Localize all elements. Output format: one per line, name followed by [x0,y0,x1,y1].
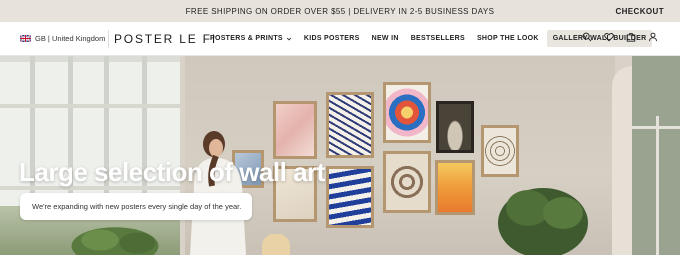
cart-icon[interactable] [626,32,636,42]
artwork-blue-waves [326,166,374,228]
nav-kids-posters[interactable]: KIDS POSTERS [298,30,366,47]
search-icon[interactable] [582,32,592,42]
nav-posters-prints[interactable]: POSTERS & PRINTS [204,30,298,47]
promo-text: FREE SHIPPING ON ORDER OVER $55 | DELIVE… [185,7,495,16]
artwork-texture-swirl [383,151,431,213]
nav-bestsellers[interactable]: BESTSELLERS [405,30,471,47]
nav-posters-prints-label: POSTERS & PRINTS [210,35,283,42]
hero-window-right [632,56,680,255]
site-logo[interactable]: POSTER LE FI [114,32,217,46]
artwork-colorful-swirl [383,82,431,143]
plant-left [71,227,159,255]
hero-person [190,131,246,255]
checkout-link[interactable]: CHECKOUT [615,7,664,16]
uk-flag-icon [20,35,31,42]
hero-lamp [262,234,290,255]
header-actions [582,32,658,42]
hero-subtext: We're expanding with new posters every s… [20,193,252,220]
announcement-bar: FREE SHIPPING ON ORDER OVER $55 | DELIVE… [0,0,680,22]
nav-new-in[interactable]: NEW IN [366,30,405,47]
nav-shop-the-look[interactable]: SHOP THE LOOK [471,30,545,47]
heart-icon[interactable] [604,32,614,42]
hero-banner[interactable]: Large selection of wall art We're expand… [0,56,680,255]
main-header: GB | United Kingdom POSTER LE FI POSTERS… [0,22,680,56]
artwork-sunset [435,160,475,215]
header-divider [108,30,109,48]
artwork-vase-still-life [436,101,474,153]
chevron-down-icon [286,37,291,40]
artwork-blue-lines [326,92,374,158]
account-icon[interactable] [648,32,658,42]
hero-headline: Large selection of wall art [19,157,325,187]
plant-right [498,188,588,255]
artwork-pink-abstract [273,101,317,159]
region-label: GB | United Kingdom [35,34,106,43]
region-selector[interactable]: GB | United Kingdom [20,34,105,43]
